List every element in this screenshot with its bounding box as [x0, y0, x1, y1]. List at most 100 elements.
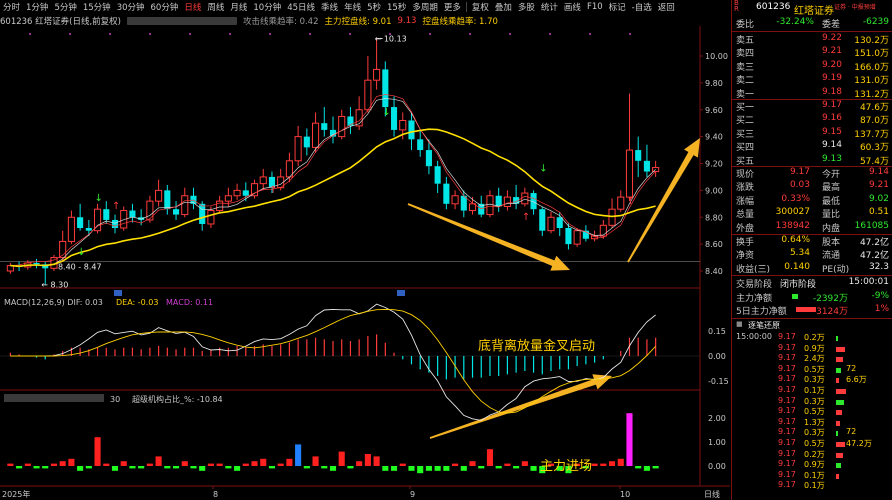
signal-dot	[549, 33, 551, 35]
webi-value: -32.24%	[776, 17, 814, 27]
toolbar-tool-button[interactable]: F10	[584, 2, 606, 12]
candle-body	[417, 139, 424, 151]
toolbar-tool-button[interactable]: 标记	[606, 1, 629, 13]
inst-bar	[16, 466, 23, 469]
x-axis-label: 10	[620, 490, 630, 499]
candle-body	[338, 115, 346, 138]
inst-bar	[486, 449, 494, 466]
stat-value: 5.34	[789, 248, 810, 259]
toolbar-divider	[465, 2, 467, 12]
stat-label: 最低	[822, 196, 841, 207]
tick-volume: 0.5万	[804, 439, 825, 448]
macd-value-label: MACD: 0.11	[166, 298, 213, 307]
bid-volume: 60.3万	[859, 143, 889, 154]
inst-bar	[295, 444, 302, 466]
ticks-icon: ■	[736, 320, 743, 328]
bid-volume: 47.6万	[859, 103, 889, 113]
toolbar-tool-button[interactable]: -自选	[629, 1, 655, 13]
tick-row: 15:00:00 9.17 0.2万	[734, 332, 892, 343]
panel-divider	[732, 275, 892, 276]
stock-title: 601236 红塔证券(日线,前复权)	[0, 16, 121, 27]
tick-extra: 6.6万	[846, 375, 867, 385]
toolbar-tool-button[interactable]: 统计	[538, 1, 561, 13]
tick-volume: 0.1万	[804, 470, 825, 480]
tick-row: 9.17 2.4万	[734, 353, 892, 364]
period-tab[interactable]: 5分钟	[51, 1, 79, 13]
stat-value: 300027	[775, 207, 810, 218]
period-tab[interactable]: 15秒	[384, 1, 409, 13]
ask-price: 9.19	[821, 73, 842, 84]
ask-label: 卖四	[736, 49, 755, 60]
toolbar-tool-button[interactable]: 复权	[469, 1, 492, 13]
period-tab[interactable]: 季线	[318, 1, 341, 13]
inst-bar	[399, 463, 406, 466]
price-axis-label: 9.60	[705, 106, 723, 115]
period-tab[interactable]: 15分钟	[80, 1, 114, 13]
bid-label: 买四	[736, 143, 755, 154]
period-tab[interactable]: 10分钟	[250, 1, 284, 13]
tick-price: 9.17	[778, 427, 796, 437]
kline-chart[interactable]: 10.00 9.80 9.60 9.40 9.20 9.00 8.80 8.60 8.40 ← 1…	[0, 26, 730, 500]
inst-bar	[504, 463, 511, 466]
signal-dot	[509, 33, 511, 35]
candle-body	[643, 160, 650, 172]
inst-bar	[478, 466, 485, 469]
inst-bar	[521, 461, 528, 466]
bid-volume: 57.4万	[859, 156, 889, 167]
inst-bar	[260, 458, 267, 466]
candle-body	[77, 217, 84, 228]
inst-bar	[443, 466, 450, 471]
inst-bar	[417, 466, 424, 474]
period-tab[interactable]: 更多	[441, 1, 464, 13]
period-tab[interactable]: 月线	[227, 1, 250, 13]
tick-bar	[836, 431, 838, 437]
annotation-macd-text: 底背离放量金叉启动	[478, 338, 595, 354]
period-tab[interactable]: 分时	[0, 1, 23, 13]
annotation-arrow-macd	[429, 374, 612, 439]
tick-time: 15:00:00	[736, 332, 772, 341]
macd-axis-label: 0.15	[708, 327, 726, 336]
toolbar-tool-button[interactable]: 返回	[655, 1, 678, 13]
period-tab[interactable]: 多周期	[409, 1, 441, 13]
candle-body	[199, 203, 206, 224]
tick-price: 9.17	[778, 480, 796, 490]
period-tab[interactable]: 60分钟	[148, 1, 182, 13]
main5-bar	[796, 307, 816, 312]
ask-label: 卖三	[736, 62, 755, 73]
stat-row: 外盘 138942 内盘 161085	[734, 221, 891, 234]
period-tab[interactable]: 30分钟	[114, 1, 148, 13]
period-tab[interactable]: 日线	[181, 1, 204, 13]
toolbar-tool-button[interactable]: 多股	[515, 1, 538, 13]
tick-bar	[836, 473, 839, 479]
tick-row: 9.17 0.2万	[734, 449, 892, 460]
inst-bar	[338, 451, 345, 466]
tick-volume: 0.3万	[804, 396, 825, 406]
tick-price: 9.17	[778, 448, 796, 458]
macd-dea-label: DEA: -0.03	[116, 298, 158, 307]
tick-row: 9.17 0.3万 72	[734, 427, 892, 438]
tick-bar	[836, 378, 839, 384]
candle-body	[539, 209, 546, 231]
period-tab[interactable]: 1分钟	[23, 1, 51, 13]
tick-row: 9.17 0.9万	[734, 343, 892, 354]
tick-price: 9.17	[778, 332, 796, 341]
ask-price: 9.18	[821, 86, 842, 97]
period-tab[interactable]: 年线	[341, 1, 364, 13]
toolbar-tool-button[interactable]: 叠加	[492, 1, 515, 13]
signal-arrow-down: ↓	[95, 193, 103, 204]
period-tab[interactable]: 45日线	[284, 1, 318, 13]
inst-bar	[312, 456, 319, 466]
toolbar-tool-button[interactable]: 画线	[561, 1, 584, 13]
candle-body	[521, 192, 529, 205]
period-tab[interactable]: 5秒	[364, 1, 384, 13]
signal-dot	[269, 33, 271, 35]
candle-body	[617, 196, 625, 210]
low-range-label: 8.40 - 8.47	[58, 263, 102, 272]
stat-value: 47.2亿	[859, 238, 889, 248]
candle-body	[67, 216, 75, 242]
tick-bar	[836, 452, 843, 458]
candle-body	[608, 208, 616, 226]
bid-price: 9.13	[821, 153, 842, 164]
stat2-row: 收益(三) 0.140 PE(动) 32.3	[734, 262, 891, 275]
period-tab[interactable]: 周线	[204, 1, 227, 13]
